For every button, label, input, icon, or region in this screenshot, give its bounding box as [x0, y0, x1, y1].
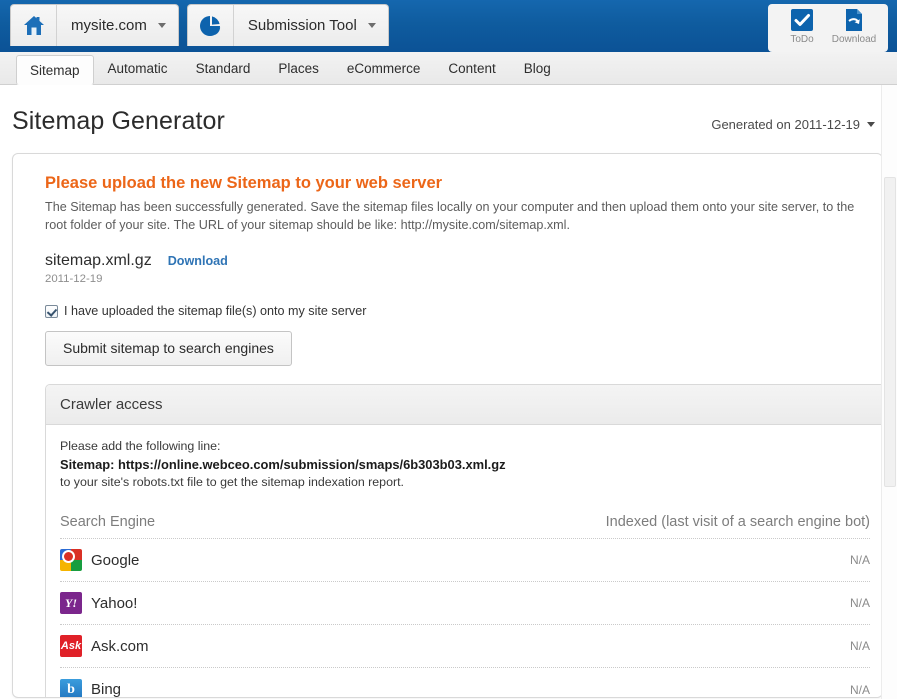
google-icon — [60, 549, 82, 571]
pie-chart-icon[interactable] — [188, 5, 234, 46]
search-engine-indexed: N/A — [849, 553, 870, 567]
upload-confirm-checkbox[interactable] — [45, 304, 58, 318]
search-engine-indexed: N/A — [849, 639, 870, 653]
search-engine-name: Bing — [91, 681, 122, 698]
table-row: Ask Ask.com N/A — [60, 625, 870, 668]
todo-label: ToDo — [790, 34, 814, 45]
tab-label: Places — [278, 61, 319, 76]
notice-body: The Sitemap has been successfully genera… — [45, 200, 855, 232]
tab-label: Blog — [523, 61, 551, 76]
quick-tools: ToDo Download — [768, 4, 888, 52]
tab-label: Content — [448, 61, 496, 76]
search-engine-table-header: Search Engine Indexed (last visit of a s… — [60, 514, 870, 539]
sitemap-file-row: sitemap.xml.gz Download — [45, 252, 862, 270]
page-body: Sitemap Generator Generated on 2011-12-1… — [0, 85, 897, 699]
tab-automatic[interactable]: Automatic — [94, 55, 182, 82]
download-button[interactable]: Download — [828, 8, 880, 45]
main-tabs: Sitemap Automatic Standard Places eComme… — [0, 52, 897, 85]
crawler-access-heading: Crawler access — [46, 385, 882, 425]
todo-button[interactable]: ToDo — [776, 8, 828, 45]
generated-on-label: Generated on 2011-12-19 — [711, 117, 860, 132]
table-row: b Bing N/A — [60, 668, 870, 698]
crawler-sitemap-line: Sitemap: https://online.webceo.com/submi… — [60, 457, 506, 472]
sitemap-file-date: 2011-12-19 — [45, 273, 103, 285]
tab-content[interactable]: Content — [434, 55, 509, 82]
home-icon[interactable] — [11, 5, 57, 46]
chevron-down-icon[interactable] — [157, 23, 166, 28]
tab-sitemap[interactable]: Sitemap — [16, 55, 94, 85]
download-label: Download — [831, 34, 877, 45]
table-row: Google N/A — [60, 539, 870, 582]
generated-on-dropdown[interactable]: Generated on 2011-12-19 — [711, 117, 875, 132]
page-scrollbar[interactable] — [881, 85, 897, 699]
bing-icon: b — [60, 678, 82, 697]
crawler-access-body: Please add the following line: Sitemap: … — [46, 425, 882, 698]
tab-label: Standard — [195, 61, 251, 76]
tab-label: Automatic — [107, 61, 168, 76]
tool-selector-label[interactable]: Submission Tool — [234, 5, 388, 46]
upload-confirm-row: I have uploaded the sitemap file(s) onto… — [45, 304, 862, 318]
crawler-intro-text: Please add the following line: — [60, 439, 221, 453]
search-engine-indexed: N/A — [849, 682, 870, 697]
search-engine-name: Ask.com — [91, 637, 149, 655]
crawler-outro-text: to your site's robots.txt file to get th… — [60, 475, 404, 489]
tool-selector[interactable]: Submission Tool — [186, 4, 389, 46]
page-header: Sitemap Generator Generated on 2011-12-1… — [0, 85, 897, 136]
site-selector-label[interactable]: mysite.com — [57, 5, 178, 46]
chevron-down-icon[interactable] — [867, 122, 875, 127]
ask-icon: Ask — [60, 635, 82, 657]
search-engine-name: Google — [91, 551, 140, 569]
tab-label: Sitemap — [30, 62, 80, 78]
tab-label: eCommerce — [346, 61, 421, 76]
site-name: mysite.com — [71, 17, 147, 34]
download-document-icon — [846, 9, 862, 31]
sitemap-card: Please upload the new Sitemap to your we… — [12, 153, 883, 698]
tab-places[interactable]: Places — [264, 55, 333, 82]
scrollbar-thumb[interactable] — [884, 177, 896, 487]
top-blue-bar: mysite.com Submission Tool ToDo Download — [0, 0, 897, 52]
column-header-indexed: Indexed (last visit of a search engine b… — [605, 514, 870, 530]
tab-blog[interactable]: Blog — [510, 55, 565, 82]
sitemap-file-name: sitemap.xml.gz — [45, 252, 152, 269]
tab-ecommerce[interactable]: eCommerce — [333, 55, 435, 82]
download-link[interactable]: Download — [168, 254, 228, 268]
notice-title: Please upload the new Sitemap to your we… — [45, 174, 443, 192]
checkmark-square-icon — [791, 9, 813, 31]
tab-standard[interactable]: Standard — [182, 55, 265, 82]
column-header-engine: Search Engine — [60, 514, 156, 530]
yahoo-icon: Y! — [60, 592, 82, 614]
crawler-access-panel: Crawler access Please add the following … — [45, 384, 882, 698]
search-engine-indexed: N/A — [849, 596, 870, 610]
submit-sitemap-button[interactable]: Submit sitemap to search engines — [45, 331, 292, 366]
chevron-down-icon[interactable] — [367, 23, 376, 28]
upload-confirm-label: I have uploaded the sitemap file(s) onto… — [64, 304, 367, 318]
page-title: Sitemap Generator — [12, 107, 225, 135]
table-row: Y! Yahoo! N/A — [60, 582, 870, 625]
tool-name: Submission Tool — [247, 17, 357, 34]
site-selector[interactable]: mysite.com — [10, 4, 179, 46]
search-engine-name: Yahoo! — [91, 594, 138, 612]
